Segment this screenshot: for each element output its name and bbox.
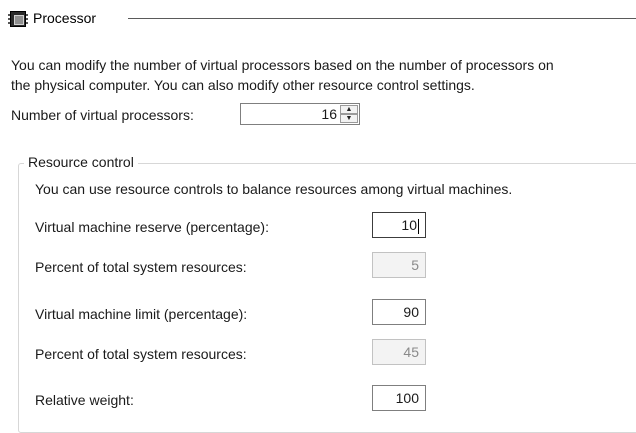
relative-weight-input[interactable]: 100 <box>372 385 426 411</box>
reserve-percentage-value: 10 <box>401 217 417 233</box>
description-line-1: You can modify the number of virtual pro… <box>11 57 554 73</box>
limit-total-label: Percent of total system resources: <box>35 346 247 362</box>
reserve-total-field: 5 <box>372 252 426 278</box>
spinner-buttons: ▲ ▼ <box>340 105 358 123</box>
spinner-down-arrow-icon[interactable]: ▼ <box>340 114 358 123</box>
text-cursor <box>418 218 419 234</box>
limit-percentage-label: Virtual machine limit (percentage): <box>35 306 248 322</box>
reserve-total-label: Percent of total system resources: <box>35 259 247 275</box>
processor-chip-icon <box>8 11 28 27</box>
description-line-2: the physical computer. You can also modi… <box>11 77 475 93</box>
limit-percentage-input[interactable]: 90 <box>372 299 426 325</box>
virtual-processors-spinner[interactable]: 16 ▲ ▼ <box>240 103 360 125</box>
header-divider <box>128 18 636 19</box>
relative-weight-label: Relative weight: <box>35 392 134 408</box>
resource-control-title: Resource control <box>24 154 138 170</box>
section-description: You can modify the number of virtual pro… <box>11 55 636 95</box>
resource-control-description: You can use resource controls to balance… <box>35 181 513 197</box>
spinner-up-arrow-icon[interactable]: ▲ <box>340 105 358 114</box>
section-title: Processor <box>33 10 97 26</box>
reserve-percentage-input[interactable]: 10 <box>372 212 426 238</box>
limit-total-field: 45 <box>372 339 426 365</box>
virtual-processors-label: Number of virtual processors: <box>11 107 194 123</box>
reserve-percentage-label: Virtual machine reserve (percentage): <box>35 219 269 235</box>
virtual-processors-value[interactable]: 16 <box>321 106 337 122</box>
